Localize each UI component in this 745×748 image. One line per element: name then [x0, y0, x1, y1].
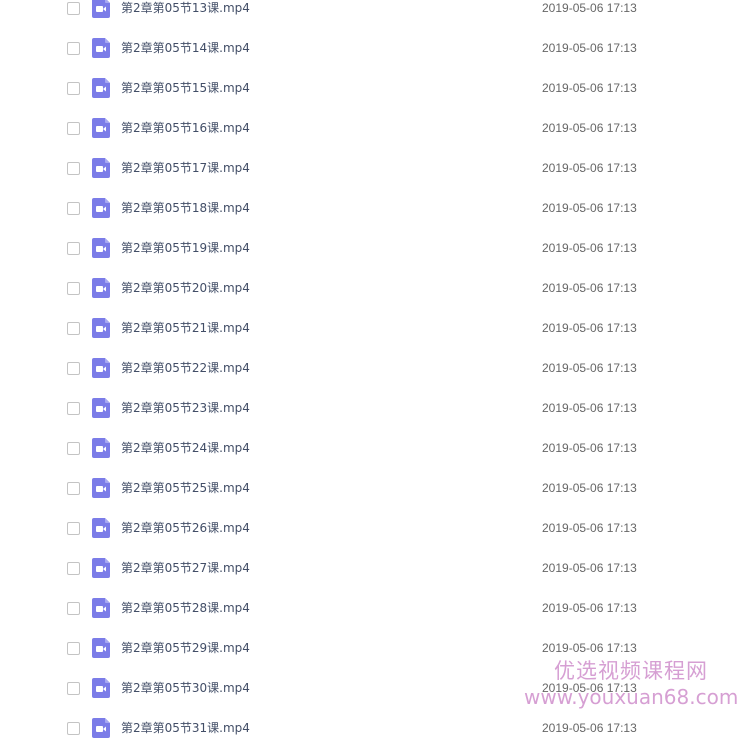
- table-row[interactable]: 第2章第05节20课.mp4 2019-05-06 17:13: [0, 268, 745, 308]
- video-file-icon: [92, 718, 110, 738]
- row-checkbox[interactable]: [67, 42, 80, 55]
- file-name[interactable]: 第2章第05节29课.mp4: [121, 640, 250, 656]
- video-file-icon: [92, 0, 110, 18]
- file-date: 2019-05-06 17:13: [542, 41, 637, 55]
- table-row[interactable]: 第2章第05节13课.mp4 2019-05-06 17:13: [0, 0, 745, 28]
- row-checkbox[interactable]: [67, 602, 80, 615]
- file-date: 2019-05-06 17:13: [542, 441, 637, 455]
- file-list: 第2章第05节13课.mp4 2019-05-06 17:13 第2章第05节1…: [0, 0, 745, 748]
- video-file-icon: [92, 78, 110, 98]
- file-name[interactable]: 第2章第05节15课.mp4: [121, 80, 250, 96]
- file-date: 2019-05-06 17:13: [542, 401, 637, 415]
- file-name[interactable]: 第2章第05节13课.mp4: [121, 0, 250, 16]
- table-row[interactable]: 第2章第05节24课.mp4 2019-05-06 17:13: [0, 428, 745, 468]
- file-name[interactable]: 第2章第05节14课.mp4: [121, 40, 250, 56]
- file-date: 2019-05-06 17:13: [542, 321, 637, 335]
- video-file-icon: [92, 198, 110, 218]
- file-name[interactable]: 第2章第05节27课.mp4: [121, 560, 250, 576]
- file-date: 2019-05-06 17:13: [542, 521, 637, 535]
- file-date: 2019-05-06 17:13: [542, 681, 637, 695]
- row-checkbox[interactable]: [67, 482, 80, 495]
- row-checkbox[interactable]: [67, 202, 80, 215]
- row-checkbox[interactable]: [67, 442, 80, 455]
- table-row[interactable]: 第2章第05节23课.mp4 2019-05-06 17:13: [0, 388, 745, 428]
- video-file-icon: [92, 158, 110, 178]
- video-file-icon: [92, 398, 110, 418]
- video-file-icon: [92, 438, 110, 458]
- table-row[interactable]: 第2章第05节16课.mp4 2019-05-06 17:13: [0, 108, 745, 148]
- video-file-icon: [92, 238, 110, 258]
- row-checkbox[interactable]: [67, 2, 80, 15]
- table-row[interactable]: 第2章第05节31课.mp4 2019-05-06 17:13: [0, 708, 745, 748]
- file-name[interactable]: 第2章第05节31课.mp4: [121, 720, 250, 736]
- file-date: 2019-05-06 17:13: [542, 721, 637, 735]
- video-file-icon: [92, 598, 110, 618]
- row-checkbox[interactable]: [67, 402, 80, 415]
- row-checkbox[interactable]: [67, 242, 80, 255]
- file-name[interactable]: 第2章第05节17课.mp4: [121, 160, 250, 176]
- table-row[interactable]: 第2章第05节28课.mp4 2019-05-06 17:13: [0, 588, 745, 628]
- file-date: 2019-05-06 17:13: [542, 81, 637, 95]
- row-checkbox[interactable]: [67, 722, 80, 735]
- file-date: 2019-05-06 17:13: [542, 241, 637, 255]
- file-name[interactable]: 第2章第05节21课.mp4: [121, 320, 250, 336]
- file-date: 2019-05-06 17:13: [542, 121, 637, 135]
- file-date: 2019-05-06 17:13: [542, 561, 637, 575]
- table-row[interactable]: 第2章第05节17课.mp4 2019-05-06 17:13: [0, 148, 745, 188]
- file-name[interactable]: 第2章第05节28课.mp4: [121, 600, 250, 616]
- row-checkbox[interactable]: [67, 122, 80, 135]
- video-file-icon: [92, 318, 110, 338]
- row-checkbox[interactable]: [67, 642, 80, 655]
- video-file-icon: [92, 558, 110, 578]
- file-name[interactable]: 第2章第05节30课.mp4: [121, 680, 250, 696]
- file-name[interactable]: 第2章第05节18课.mp4: [121, 200, 250, 216]
- video-file-icon: [92, 478, 110, 498]
- table-row[interactable]: 第2章第05节26课.mp4 2019-05-06 17:13: [0, 508, 745, 548]
- video-file-icon: [92, 638, 110, 658]
- file-name[interactable]: 第2章第05节22课.mp4: [121, 360, 250, 376]
- file-name[interactable]: 第2章第05节16课.mp4: [121, 120, 250, 136]
- file-date: 2019-05-06 17:13: [542, 281, 637, 295]
- video-file-icon: [92, 118, 110, 138]
- file-date: 2019-05-06 17:13: [542, 641, 637, 655]
- video-file-icon: [92, 518, 110, 538]
- table-row[interactable]: 第2章第05节14课.mp4 2019-05-06 17:13: [0, 28, 745, 68]
- row-checkbox[interactable]: [67, 362, 80, 375]
- row-checkbox[interactable]: [67, 162, 80, 175]
- row-checkbox[interactable]: [67, 282, 80, 295]
- table-row[interactable]: 第2章第05节15课.mp4 2019-05-06 17:13: [0, 68, 745, 108]
- video-file-icon: [92, 38, 110, 58]
- row-checkbox[interactable]: [67, 522, 80, 535]
- table-row[interactable]: 第2章第05节18课.mp4 2019-05-06 17:13: [0, 188, 745, 228]
- table-row[interactable]: 第2章第05节25课.mp4 2019-05-06 17:13: [0, 468, 745, 508]
- video-file-icon: [92, 358, 110, 378]
- row-checkbox[interactable]: [67, 682, 80, 695]
- table-row[interactable]: 第2章第05节30课.mp4 2019-05-06 17:13: [0, 668, 745, 708]
- row-checkbox[interactable]: [67, 82, 80, 95]
- file-date: 2019-05-06 17:13: [542, 161, 637, 175]
- file-name[interactable]: 第2章第05节19课.mp4: [121, 240, 250, 256]
- table-row[interactable]: 第2章第05节19课.mp4 2019-05-06 17:13: [0, 228, 745, 268]
- table-row[interactable]: 第2章第05节29课.mp4 2019-05-06 17:13: [0, 628, 745, 668]
- file-name[interactable]: 第2章第05节24课.mp4: [121, 440, 250, 456]
- file-date: 2019-05-06 17:13: [542, 1, 637, 15]
- file-date: 2019-05-06 17:13: [542, 481, 637, 495]
- row-checkbox[interactable]: [67, 562, 80, 575]
- file-date: 2019-05-06 17:13: [542, 361, 637, 375]
- file-date: 2019-05-06 17:13: [542, 601, 637, 615]
- table-row[interactable]: 第2章第05节27课.mp4 2019-05-06 17:13: [0, 548, 745, 588]
- video-file-icon: [92, 678, 110, 698]
- file-name[interactable]: 第2章第05节25课.mp4: [121, 480, 250, 496]
- row-checkbox[interactable]: [67, 322, 80, 335]
- file-name[interactable]: 第2章第05节23课.mp4: [121, 400, 250, 416]
- table-row[interactable]: 第2章第05节22课.mp4 2019-05-06 17:13: [0, 348, 745, 388]
- table-row[interactable]: 第2章第05节21课.mp4 2019-05-06 17:13: [0, 308, 745, 348]
- video-file-icon: [92, 278, 110, 298]
- file-name[interactable]: 第2章第05节26课.mp4: [121, 520, 250, 536]
- file-name[interactable]: 第2章第05节20课.mp4: [121, 280, 250, 296]
- file-date: 2019-05-06 17:13: [542, 201, 637, 215]
